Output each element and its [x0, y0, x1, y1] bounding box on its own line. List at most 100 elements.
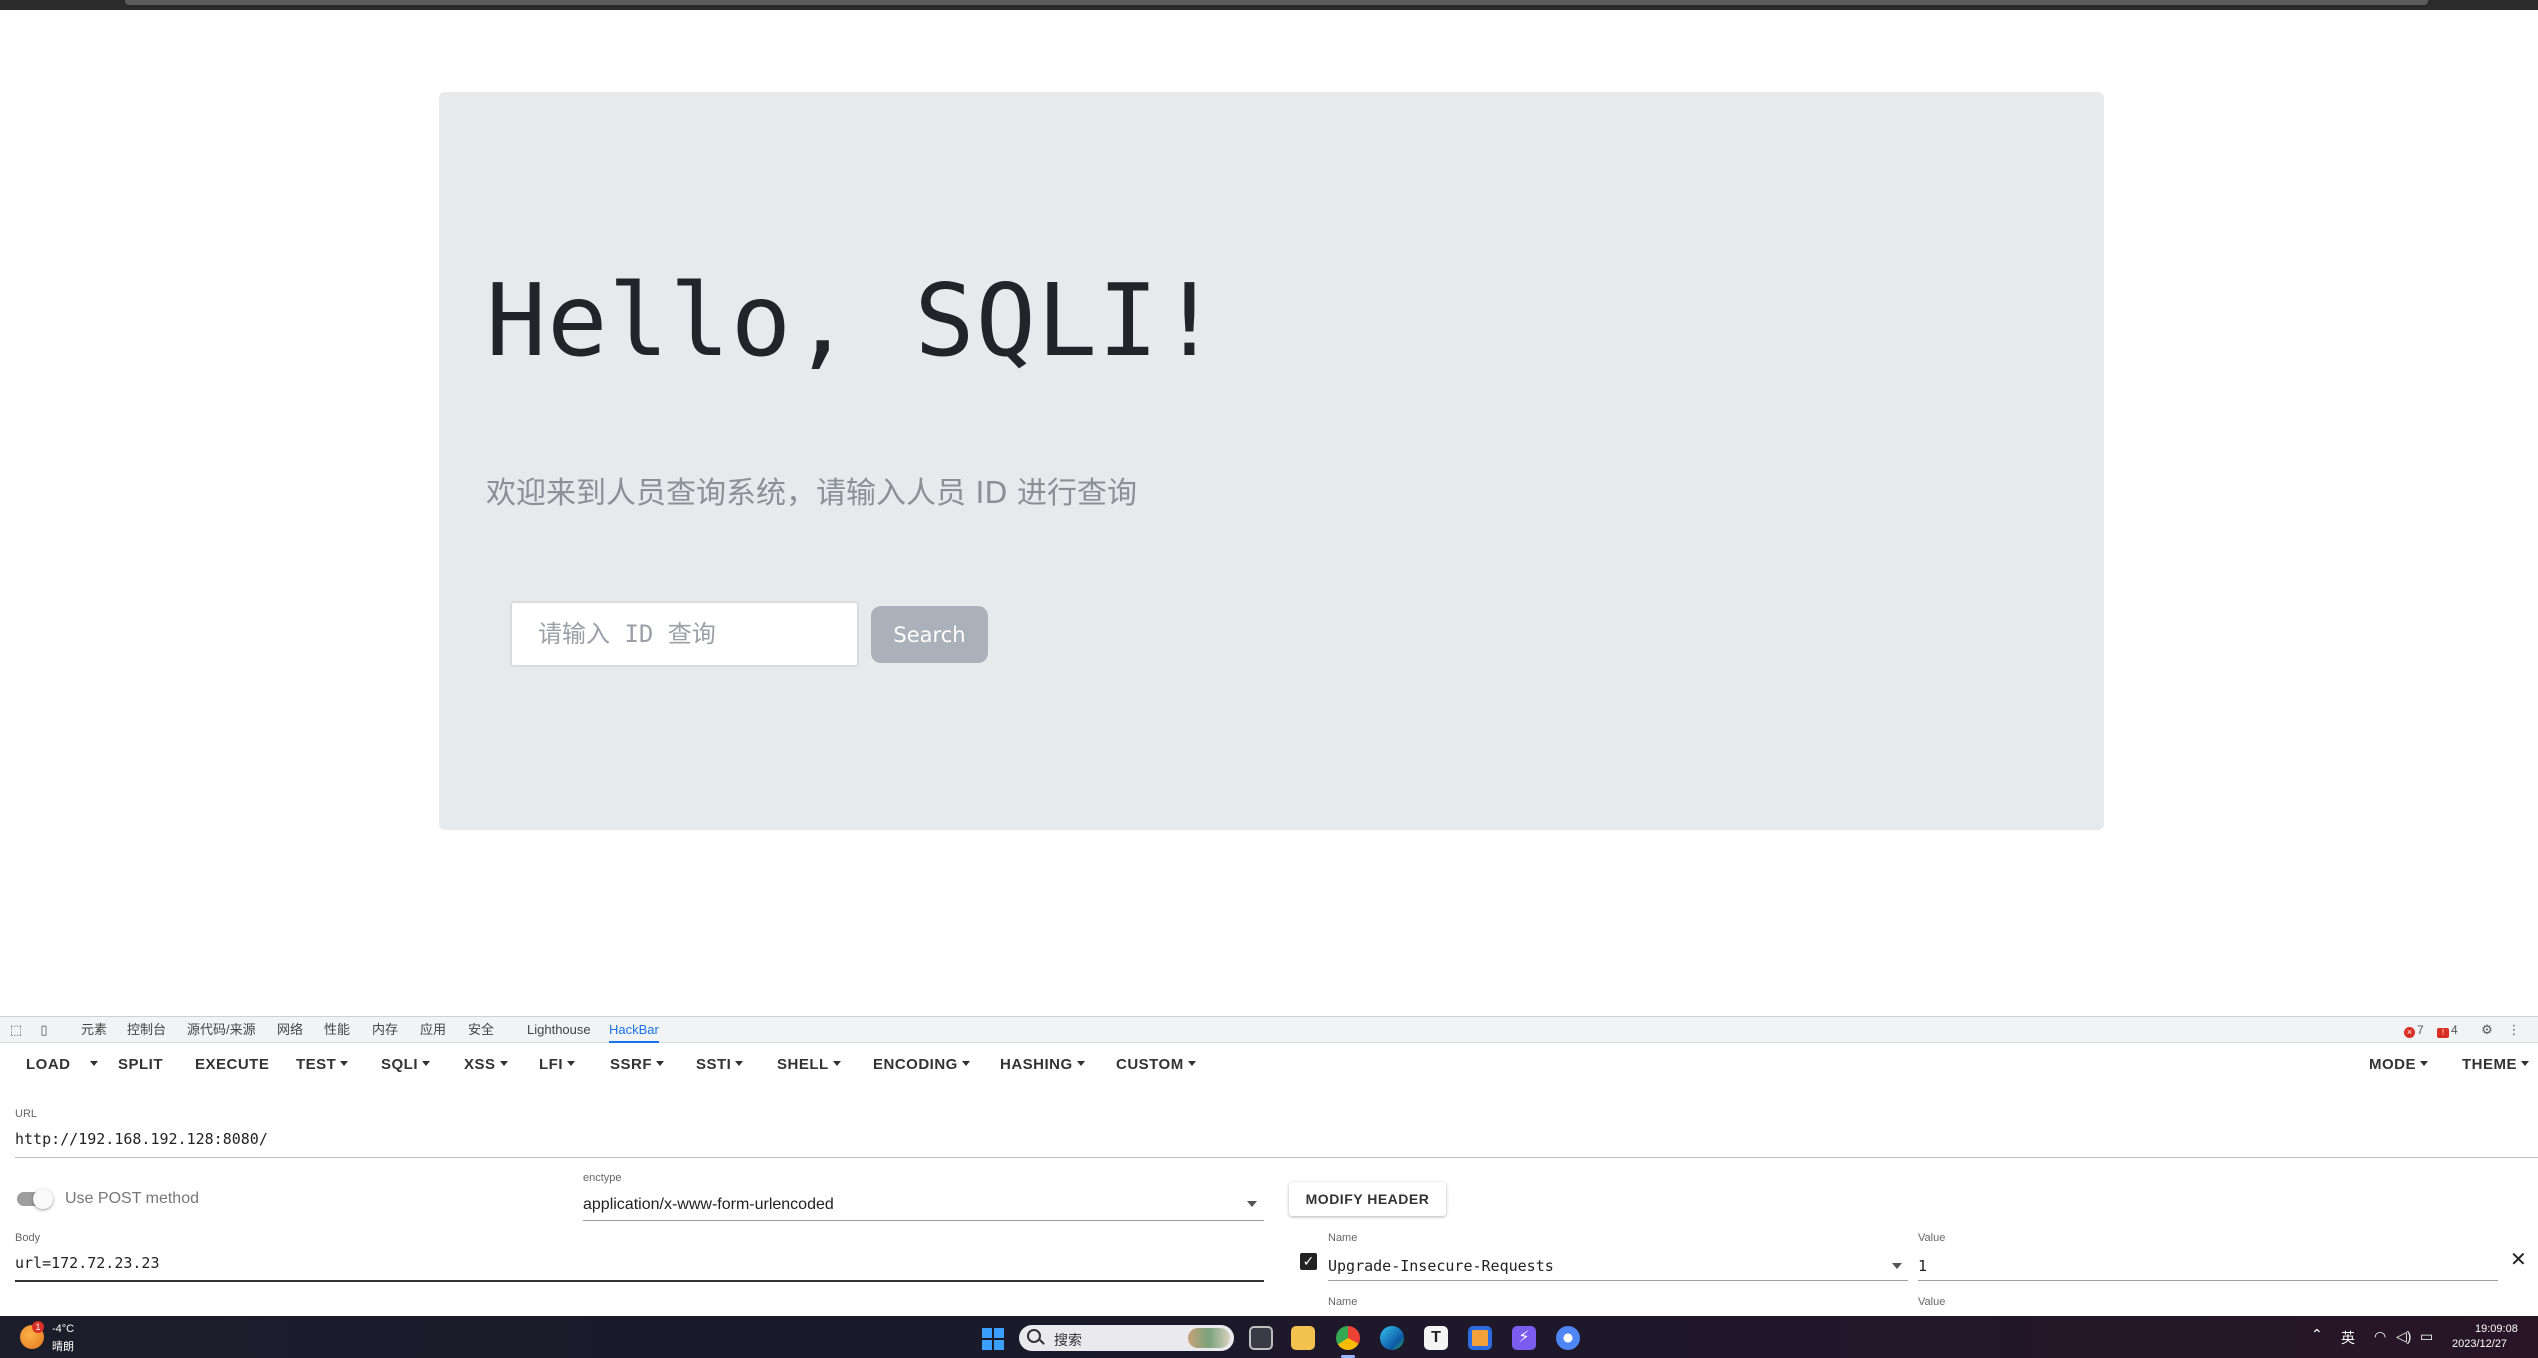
- search-highlight-image: [1188, 1328, 1230, 1348]
- test-menu-button[interactable]: TEST: [296, 1054, 349, 1076]
- caret-down-icon: [90, 1061, 98, 1066]
- post-toggle-label[interactable]: Use POST method: [65, 1190, 199, 1208]
- weather-notification-badge: 1: [32, 1321, 44, 1333]
- wifi-icon[interactable]: ◠: [2374, 1328, 2386, 1345]
- header-name-label: Name: [1328, 1232, 1358, 1244]
- tab-security[interactable]: 安全: [468, 1017, 494, 1043]
- ime-indicator[interactable]: 英: [2341, 1328, 2355, 1348]
- task-view-icon[interactable]: [1249, 1326, 1273, 1350]
- header-name-select[interactable]: Upgrade-Insecure-Requests: [1328, 1257, 1554, 1275]
- header-name-label-2: Name: [1328, 1296, 1358, 1308]
- encoding-label: ENCODING: [873, 1056, 958, 1073]
- tab-network[interactable]: 网络: [277, 1017, 303, 1043]
- body-label: Body: [15, 1232, 41, 1244]
- load-button[interactable]: LOAD: [26, 1054, 71, 1076]
- post-toggle-knob[interactable]: [33, 1189, 53, 1209]
- load-dropdown-button[interactable]: [86, 1054, 98, 1076]
- tab-hackbar[interactable]: HackBar: [609, 1017, 659, 1043]
- modify-header-button[interactable]: MODIFY HEADER: [1289, 1182, 1446, 1216]
- windows-start-icon[interactable]: [982, 1328, 1004, 1350]
- taskbar-clock-time[interactable]: 19:09:08: [2475, 1323, 2518, 1335]
- weather-description[interactable]: 晴朗: [52, 1338, 74, 1354]
- shell-label: SHELL: [777, 1056, 829, 1073]
- tab-console[interactable]: 控制台: [127, 1017, 166, 1043]
- lfi-label: LFI: [539, 1056, 563, 1073]
- sqli-menu-button[interactable]: SQLI: [381, 1054, 431, 1076]
- app-icon[interactable]: [1468, 1326, 1492, 1350]
- error-icon: ×: [2404, 1027, 2415, 1038]
- chrome-icon[interactable]: [1336, 1326, 1360, 1350]
- mode-menu-button[interactable]: MODE: [2369, 1054, 2428, 1076]
- mode-label: MODE: [2369, 1056, 2416, 1073]
- enctype-select[interactable]: application/x-www-form-urlencoded: [583, 1196, 834, 1214]
- inspect-element-icon[interactable]: ⬚: [8, 1022, 24, 1038]
- caret-down-icon: [499, 1061, 508, 1066]
- enctype-label: enctype: [583, 1172, 622, 1184]
- url-field[interactable]: http://192.168.192.128:8080/: [15, 1130, 268, 1148]
- caret-down-icon: [2521, 1061, 2529, 1066]
- chrome-dev-icon[interactable]: [1556, 1326, 1580, 1350]
- header-value-field[interactable]: 1: [1918, 1257, 1927, 1275]
- tab-memory[interactable]: 内存: [372, 1017, 398, 1043]
- encoding-menu-button[interactable]: ENCODING: [873, 1054, 970, 1076]
- warning-count-badge[interactable]: ! 4: [2437, 1022, 2458, 1038]
- error-count-badge[interactable]: × 7: [2404, 1022, 2424, 1038]
- caret-down-icon: [340, 1061, 349, 1066]
- taskbar-clock-date[interactable]: 2023/12/27: [2452, 1338, 2507, 1350]
- header-enabled-checkbox[interactable]: ✓: [1300, 1253, 1317, 1270]
- page-heading: Hello, SQLI!: [486, 262, 1221, 379]
- search-button[interactable]: Search: [871, 606, 988, 663]
- sqli-label: SQLI: [381, 1056, 419, 1073]
- tab-application[interactable]: 应用: [420, 1017, 446, 1043]
- header-value-underline: [1918, 1280, 2498, 1281]
- caret-down-icon: [832, 1061, 841, 1066]
- caret-down-icon: [735, 1061, 744, 1066]
- load-label: LOAD: [26, 1056, 71, 1073]
- tab-elements[interactable]: 元素: [81, 1017, 107, 1043]
- enctype-dropdown-icon[interactable]: [1247, 1201, 1257, 1207]
- url-field-underline: [15, 1157, 2538, 1158]
- weather-temperature[interactable]: -4°C: [52, 1323, 74, 1335]
- lfi-menu-button[interactable]: LFI: [539, 1054, 575, 1076]
- enctype-underline: [583, 1220, 1264, 1221]
- jumbotron: [439, 92, 2104, 830]
- tab-sources[interactable]: 源代码/来源: [187, 1017, 256, 1043]
- body-field[interactable]: url=172.72.23.23: [15, 1254, 160, 1272]
- hashing-menu-button[interactable]: HASHING: [1000, 1054, 1085, 1076]
- more-options-icon[interactable]: ⋮: [2506, 1022, 2522, 1038]
- file-explorer-icon[interactable]: [1291, 1326, 1315, 1350]
- settings-gear-icon[interactable]: ⚙: [2479, 1022, 2495, 1038]
- vscode-icon[interactable]: ⚡: [1512, 1326, 1536, 1350]
- device-toolbar-icon[interactable]: ▯: [36, 1022, 52, 1038]
- custom-menu-button[interactable]: CUSTOM: [1116, 1054, 1196, 1076]
- xss-menu-button[interactable]: XSS: [464, 1054, 508, 1076]
- volume-icon[interactable]: ◁): [2396, 1328, 2411, 1345]
- execute-button[interactable]: EXECUTE: [195, 1054, 269, 1076]
- ssti-label: SSTI: [696, 1056, 732, 1073]
- caret-down-icon: [2420, 1061, 2428, 1066]
- url-label: URL: [15, 1108, 38, 1120]
- battery-icon[interactable]: ▭: [2420, 1328, 2433, 1345]
- shell-menu-button[interactable]: SHELL: [777, 1054, 841, 1076]
- test-label: TEST: [296, 1056, 337, 1073]
- hashing-label: HASHING: [1000, 1056, 1073, 1073]
- theme-label: THEME: [2462, 1056, 2517, 1073]
- tab-lighthouse[interactable]: Lighthouse: [527, 1017, 591, 1043]
- tray-overflow-chevron-icon[interactable]: ⌃: [2311, 1326, 2323, 1343]
- ssti-menu-button[interactable]: SSTI: [696, 1054, 744, 1076]
- taskbar-search-label[interactable]: 搜索: [1054, 1330, 1082, 1350]
- custom-label: CUSTOM: [1116, 1056, 1184, 1073]
- typora-icon[interactable]: T: [1424, 1326, 1448, 1350]
- remove-header-icon[interactable]: ✕: [2510, 1250, 2527, 1270]
- ssrf-label: SSRF: [610, 1056, 653, 1073]
- header-value-label: Value: [1918, 1232, 1946, 1244]
- header-value-label-2: Value: [1918, 1296, 1946, 1308]
- tab-performance[interactable]: 性能: [324, 1017, 350, 1043]
- theme-menu-button[interactable]: THEME: [2462, 1054, 2529, 1076]
- ssrf-menu-button[interactable]: SSRF: [610, 1054, 665, 1076]
- browser-tab-bar: [125, 0, 2428, 5]
- edge-icon[interactable]: [1380, 1326, 1404, 1350]
- id-search-input[interactable]: [510, 601, 859, 667]
- header-name-dropdown-icon[interactable]: [1892, 1263, 1902, 1269]
- split-button[interactable]: SPLIT: [118, 1054, 163, 1076]
